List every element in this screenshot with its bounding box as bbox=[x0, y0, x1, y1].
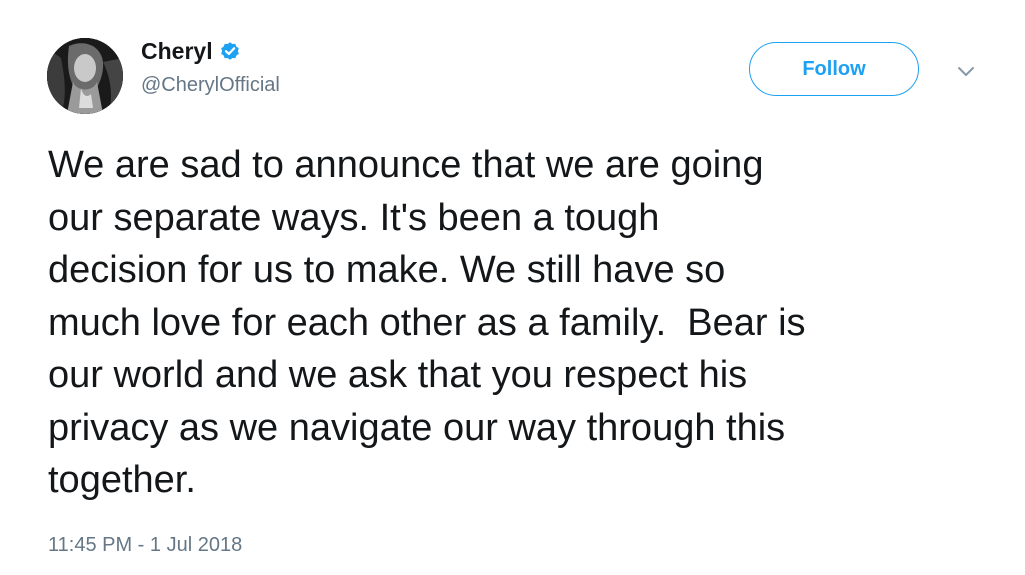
profile-photo-icon bbox=[47, 38, 123, 114]
author-block: Cheryl @CherylOfficial bbox=[141, 36, 280, 97]
avatar[interactable] bbox=[47, 38, 123, 114]
tweet-text: We are sad to announce that we are going… bbox=[48, 144, 806, 501]
name-row: Cheryl bbox=[141, 36, 280, 66]
follow-button[interactable]: Follow bbox=[749, 42, 919, 96]
display-name[interactable]: Cheryl bbox=[141, 38, 213, 65]
handle[interactable]: @CherylOfficial bbox=[141, 74, 280, 97]
verified-badge-icon bbox=[219, 40, 241, 62]
tweet-timestamp[interactable]: 11:45 PM - 1 Jul 2018 bbox=[48, 534, 242, 557]
chevron-down-icon[interactable] bbox=[955, 64, 977, 80]
tweet-card: Cheryl @CherylOfficial Follow We are sad… bbox=[0, 0, 1025, 575]
